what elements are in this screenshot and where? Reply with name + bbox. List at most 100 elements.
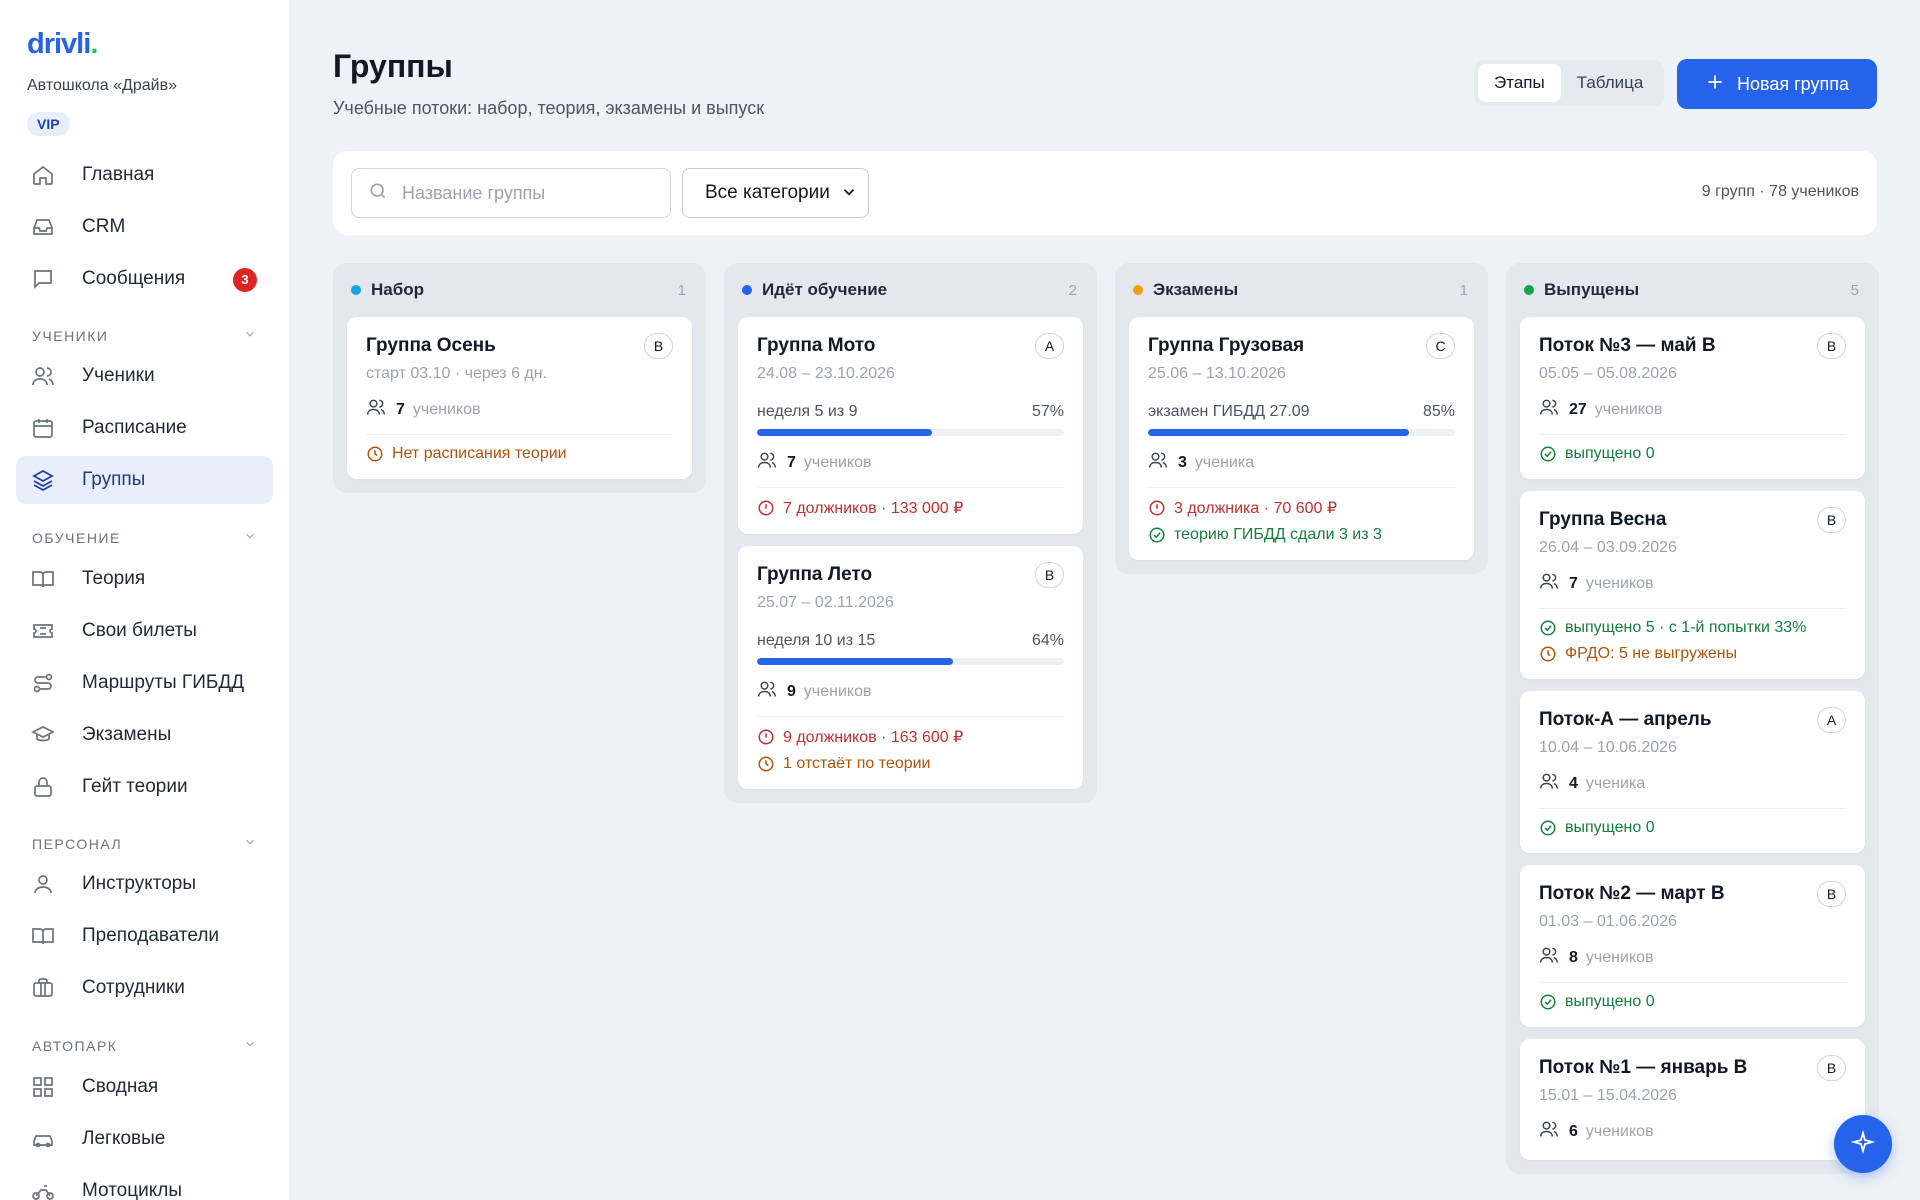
nav-item-crm[interactable]: CRM	[16, 203, 273, 251]
alert-circle-icon	[757, 728, 775, 746]
progress-label: неделя 5 из 9	[757, 403, 858, 420]
progress-fill	[757, 658, 954, 665]
users-icon	[366, 397, 386, 422]
nav-item-schedule[interactable]: Расписание	[16, 404, 273, 452]
group-name: Группа Осень	[366, 335, 496, 356]
column-header: Экзамены 1	[1129, 277, 1474, 303]
tab-stages[interactable]: Этапы	[1478, 64, 1561, 102]
nav-item-tickets[interactable]: Свои билеты	[16, 607, 273, 655]
section-students-toggle[interactable]: УЧЕНИКИ	[32, 327, 257, 344]
students-count: 7 учеников	[366, 397, 673, 422]
nav-label: Гейт теории	[82, 776, 188, 797]
group-alert: выпущено 0	[1539, 993, 1846, 1011]
users-icon	[1148, 450, 1168, 475]
nav-item-exams[interactable]: Экзамены	[16, 711, 273, 759]
check-circle-icon	[1148, 526, 1166, 544]
alert-circle-icon	[1148, 499, 1166, 517]
category-badge: B	[1817, 1055, 1846, 1081]
section-training-toggle[interactable]: ОБУЧЕНИЕ	[32, 529, 257, 546]
plus-icon	[1705, 72, 1725, 97]
alert-circle-icon	[757, 499, 775, 517]
sidebar: drivli. Автошкола «Драйв» VIP Главная CR…	[0, 0, 289, 1200]
graduation-cap-icon	[30, 722, 56, 748]
group-card[interactable]: Группа Осень Bстарт 03.10 · через 6 дн. 7 у…	[347, 317, 692, 479]
students-count: 27 учеников	[1539, 397, 1846, 422]
group-card[interactable]: Группа Грузовая C 25.06 – 13.10.2026 экзаме…	[1129, 317, 1474, 560]
group-card[interactable]: Группа Весна B 26.04 – 03.09.2026 7 учеников…	[1520, 491, 1865, 679]
column-3: Выпущены 5 Поток №3 — май B B 05.05 – 05.08.…	[1506, 263, 1879, 1174]
nav-item-messages[interactable]: Сообщения 3	[16, 255, 273, 303]
group-card[interactable]: Группа Мото A 24.08 – 23.10.2026 неделя 5 и…	[738, 317, 1083, 534]
column-title: Выпущены	[1544, 280, 1640, 299]
section-fleet-toggle[interactable]: АВТОПАРК	[32, 1037, 257, 1054]
group-card[interactable]: Поток №3 — май B B 05.05 – 05.08.2026 27 уче…	[1520, 317, 1865, 479]
nav-item-theory-gate[interactable]: Гейт теории	[16, 763, 273, 811]
status-dot	[1524, 285, 1534, 295]
assistant-button[interactable]	[1834, 1115, 1892, 1173]
nav-item-fleet-summary[interactable]: Сводная	[16, 1063, 273, 1111]
group-card[interactable]: Группа Лето B 25.07 – 02.11.2026 неделя 10 …	[738, 546, 1083, 789]
search-input[interactable]	[402, 182, 652, 204]
chevron-down-icon	[243, 327, 257, 344]
progress-percent: 85%	[1422, 403, 1455, 420]
nav-item-students[interactable]: Ученики	[16, 352, 273, 400]
category-badge: A	[1035, 333, 1064, 359]
book-icon	[30, 566, 56, 592]
column-2: Экзамены 1 Группа Грузовая C 25.06 – 13.10.2…	[1115, 263, 1488, 574]
students-count: 4 ученика	[1539, 771, 1846, 796]
category-badge: A	[1817, 707, 1846, 733]
students-count: 7 учеников	[1539, 571, 1846, 596]
users-icon	[1539, 945, 1559, 970]
chevron-down-icon	[840, 183, 858, 207]
category-select[interactable]: Все категории	[682, 168, 869, 218]
nav-label: Сводная	[82, 1076, 159, 1097]
students-count: 6 учеников	[1539, 1119, 1846, 1144]
nav-label: Мотоциклы	[82, 1180, 183, 1200]
group-card[interactable]: Поток-А — апрель A 10.04 – 10.06.2026 4 учен…	[1520, 691, 1865, 853]
users-icon	[757, 679, 777, 704]
status-dot	[1133, 285, 1143, 295]
nav-item-cars[interactable]: Легковые	[16, 1115, 273, 1163]
nav-item-groups[interactable]: Группы	[16, 456, 273, 504]
nav-label: Свои билеты	[82, 620, 197, 641]
nav-label: Легковые	[82, 1128, 166, 1149]
nav-item-routes[interactable]: Маршруты ГИБДД	[16, 659, 273, 707]
students-count: 7 учеников	[757, 450, 1064, 475]
sparkle-icon	[1850, 1129, 1876, 1159]
section-staff-toggle[interactable]: ПЕРСОНАЛ	[32, 835, 257, 852]
group-card[interactable]: Поток №1 — январь B B 15.01 – 15.04.2026 6 у…	[1520, 1039, 1865, 1160]
group-alert: 3 должника · 70 600 ₽	[1148, 498, 1455, 518]
calendar-icon	[30, 415, 56, 441]
new-group-button[interactable]: Новая группа	[1677, 59, 1877, 109]
clock-icon	[1539, 645, 1557, 663]
divider	[1148, 487, 1455, 488]
column-title: Набор	[371, 280, 425, 299]
column-count: 5	[1850, 281, 1859, 299]
nav-label: Расписание	[82, 417, 187, 438]
group-name: Поток №3 — май B	[1539, 335, 1716, 356]
check-circle-icon	[1539, 819, 1557, 837]
nav-item-home[interactable]: Главная	[16, 151, 273, 199]
progress-percent: 57%	[1031, 403, 1064, 420]
book-open-icon	[30, 923, 56, 949]
group-dates: 25.06 – 13.10.2026	[1148, 365, 1286, 382]
home-icon	[30, 162, 56, 188]
nav-item-teachers[interactable]: Преподаватели	[16, 912, 273, 960]
plan-badge: VIP	[27, 112, 70, 136]
search-icon	[368, 181, 388, 206]
students-count: 8 учеников	[1539, 945, 1846, 970]
tab-table[interactable]: Таблица	[1561, 64, 1660, 102]
group-alert: выпущено 5 · с 1-й попытки 33%	[1539, 619, 1846, 637]
group-card[interactable]: Поток №2 — март B B 01.03 – 01.06.2026 8 уче…	[1520, 865, 1865, 1027]
brand-logo[interactable]: drivli.	[27, 28, 98, 61]
group-alert: 7 должников · 133 000 ₽	[757, 498, 1064, 518]
nav-item-motorcycles[interactable]: Мотоциклы	[16, 1167, 273, 1200]
nav-item-employees[interactable]: Сотрудники	[16, 964, 273, 1012]
category-badge: B	[1817, 333, 1846, 359]
category-badge: B	[1817, 507, 1846, 533]
progress-bar	[1148, 429, 1455, 436]
nav-item-theory[interactable]: Теория	[16, 555, 273, 603]
divider	[1539, 608, 1846, 609]
nav-item-instructors[interactable]: Инструкторы	[16, 860, 273, 908]
chevron-down-icon	[243, 529, 257, 546]
